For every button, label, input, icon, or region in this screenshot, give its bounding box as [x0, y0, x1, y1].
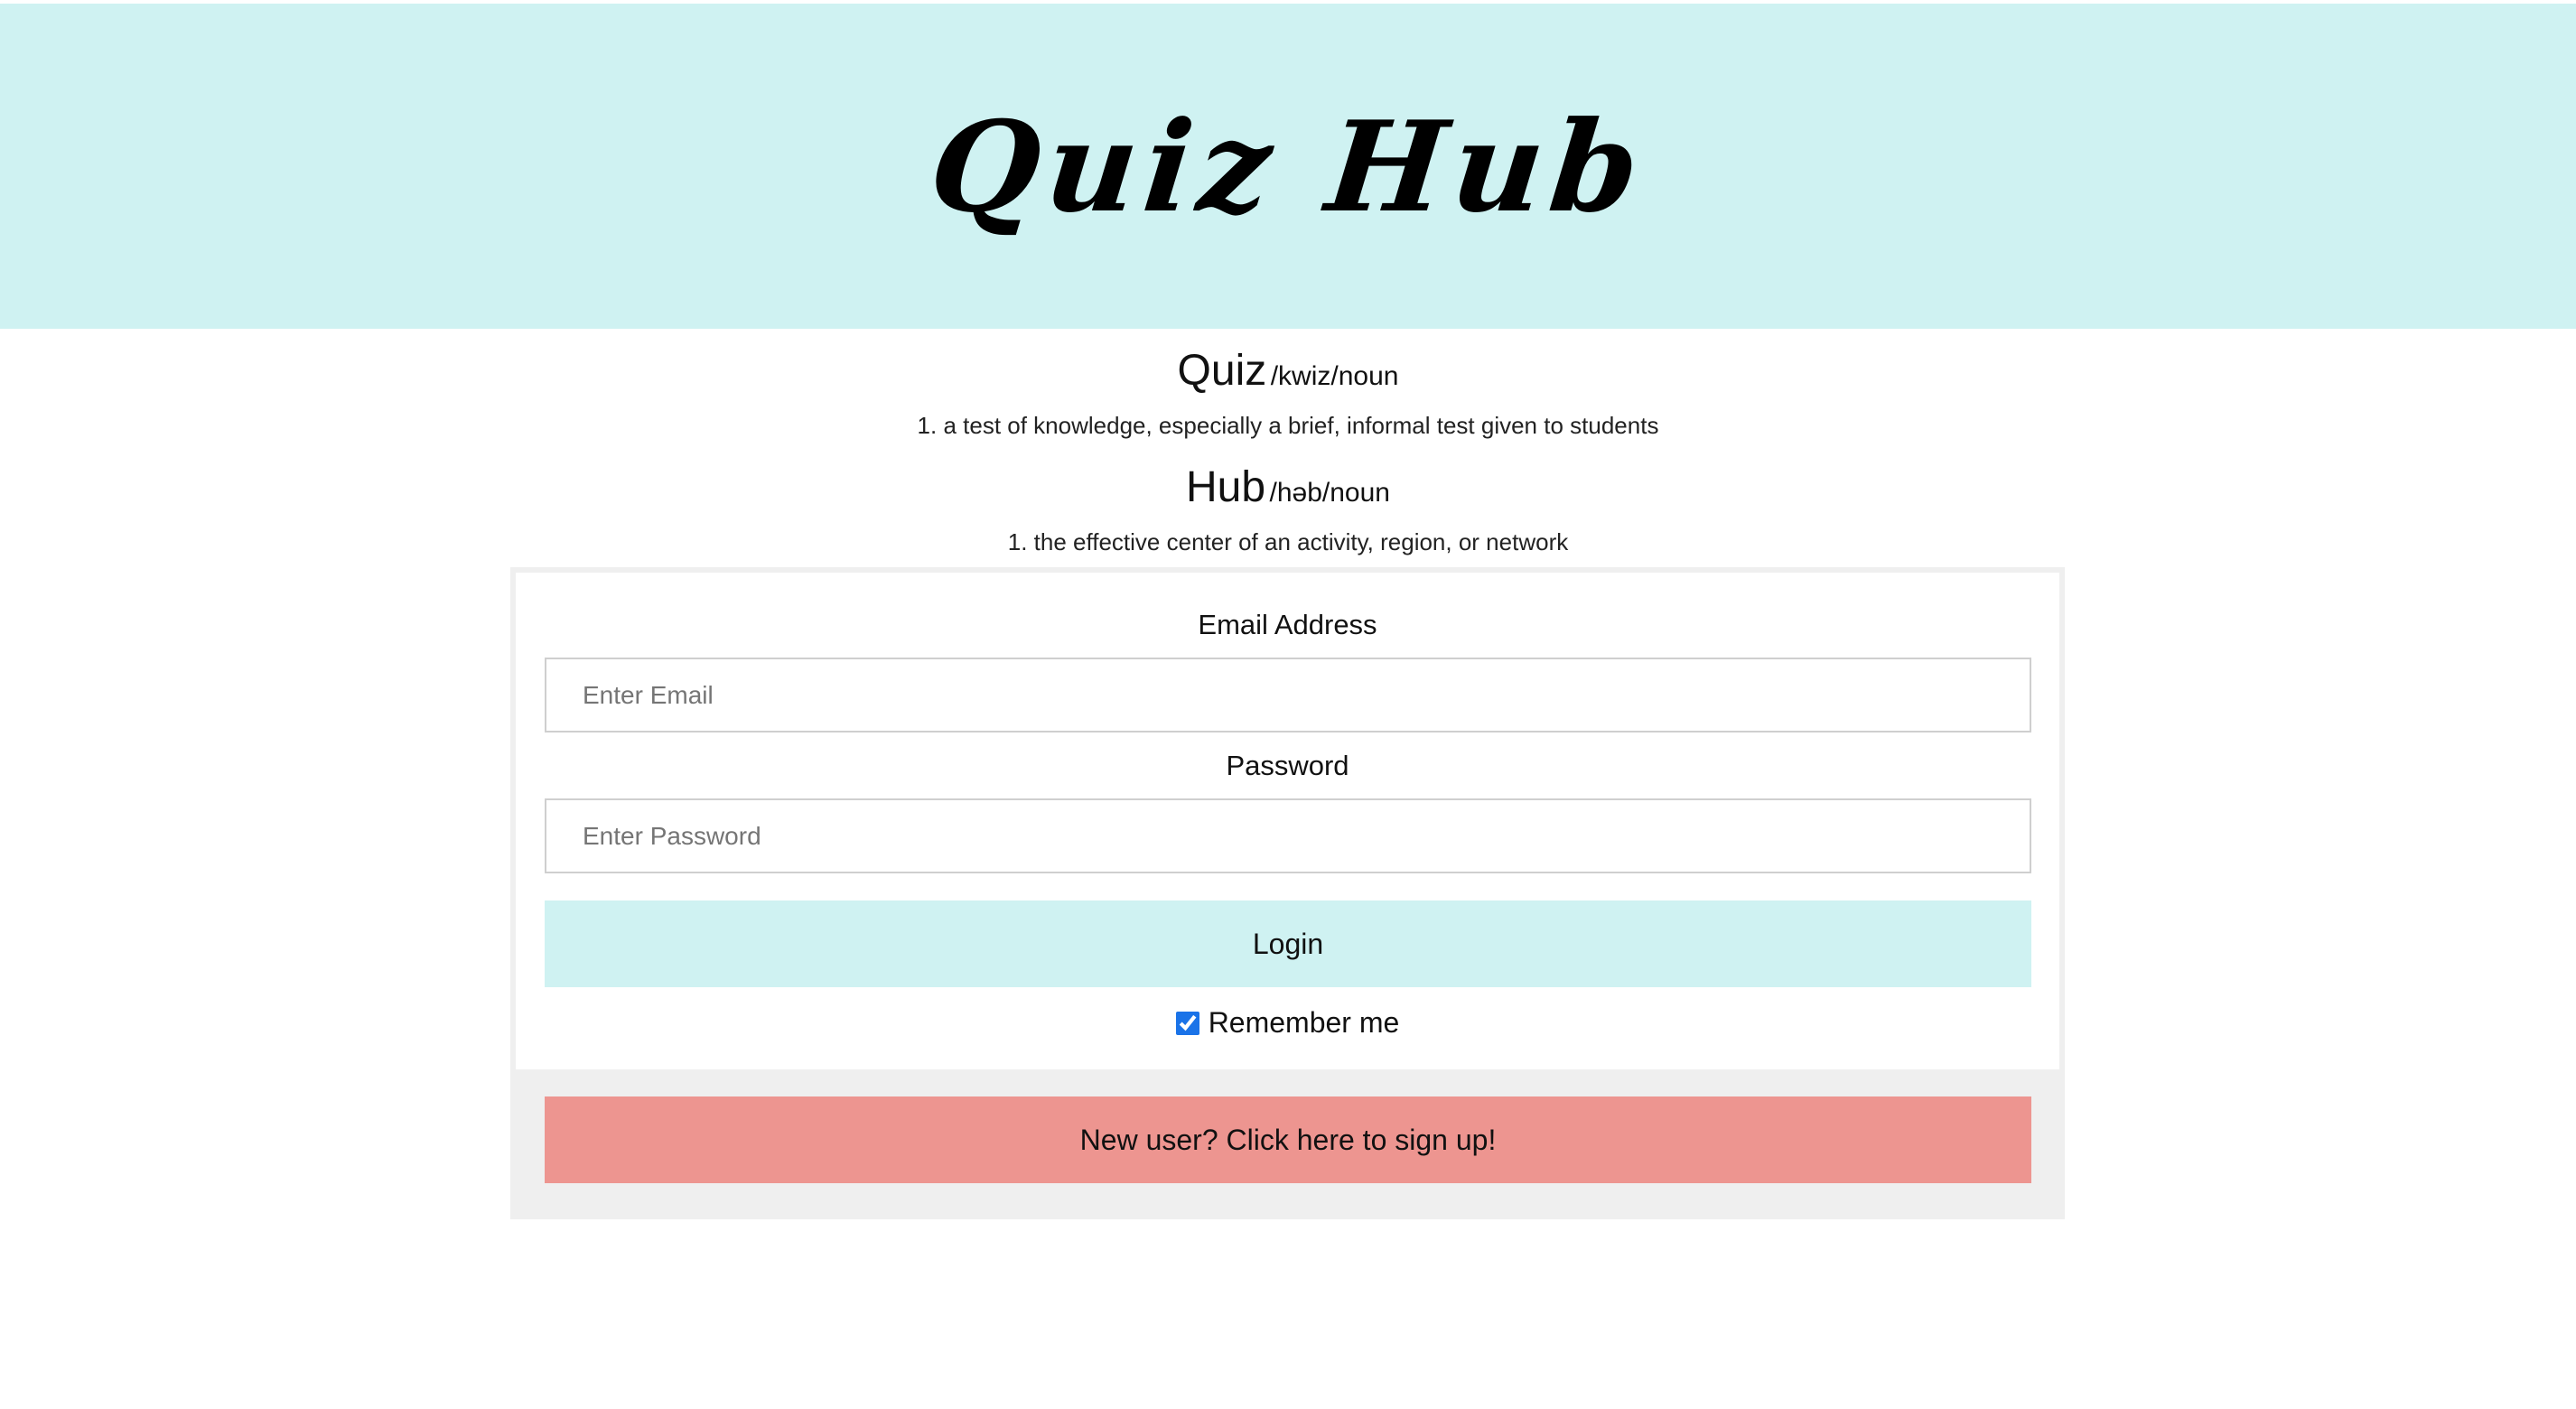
definition-word: Quiz: [1177, 347, 1267, 395]
site-title: Quiz Hub: [923, 92, 1653, 240]
definition-meaning: 1. the effective center of an activity, …: [1007, 528, 1569, 555]
email-field[interactable]: [545, 658, 2031, 732]
login-panel: Email Address Password Login Remember me…: [510, 567, 2065, 1219]
definition-quiz: Quiz /kwiz/noun 1. a test of knowledge, …: [0, 343, 2576, 442]
definition-hub: Hub /həb/noun 1. the effective center of…: [0, 460, 2576, 558]
remember-me-label[interactable]: Remember me: [1209, 1006, 1400, 1040]
definition-meaning: 1. a test of knowledge, especially a bri…: [917, 412, 1659, 439]
definition-word: Hub: [1186, 463, 1266, 511]
definition-pronunciation: /kwiz/noun: [1270, 361, 1399, 391]
login-form: Email Address Password Login Remember me: [516, 573, 2059, 1069]
remember-me-checkbox[interactable]: [1175, 1011, 1199, 1035]
definition-heading: Hub /həb/noun: [0, 460, 2576, 526]
definition-pronunciation: /həb/noun: [1269, 478, 1390, 508]
login-button[interactable]: Login: [545, 900, 2031, 987]
definition-heading: Quiz /kwiz/noun: [0, 343, 2576, 409]
site-header: Quiz Hub: [0, 4, 2576, 329]
signup-button[interactable]: New user? Click here to sign up!: [545, 1096, 2031, 1183]
password-field[interactable]: [545, 798, 2031, 873]
remember-me-row: Remember me: [516, 1006, 2059, 1040]
definitions: Quiz /kwiz/noun 1. a test of knowledge, …: [0, 343, 2576, 558]
email-label: Email Address: [1198, 609, 1377, 640]
password-label: Password: [1226, 750, 1349, 781]
